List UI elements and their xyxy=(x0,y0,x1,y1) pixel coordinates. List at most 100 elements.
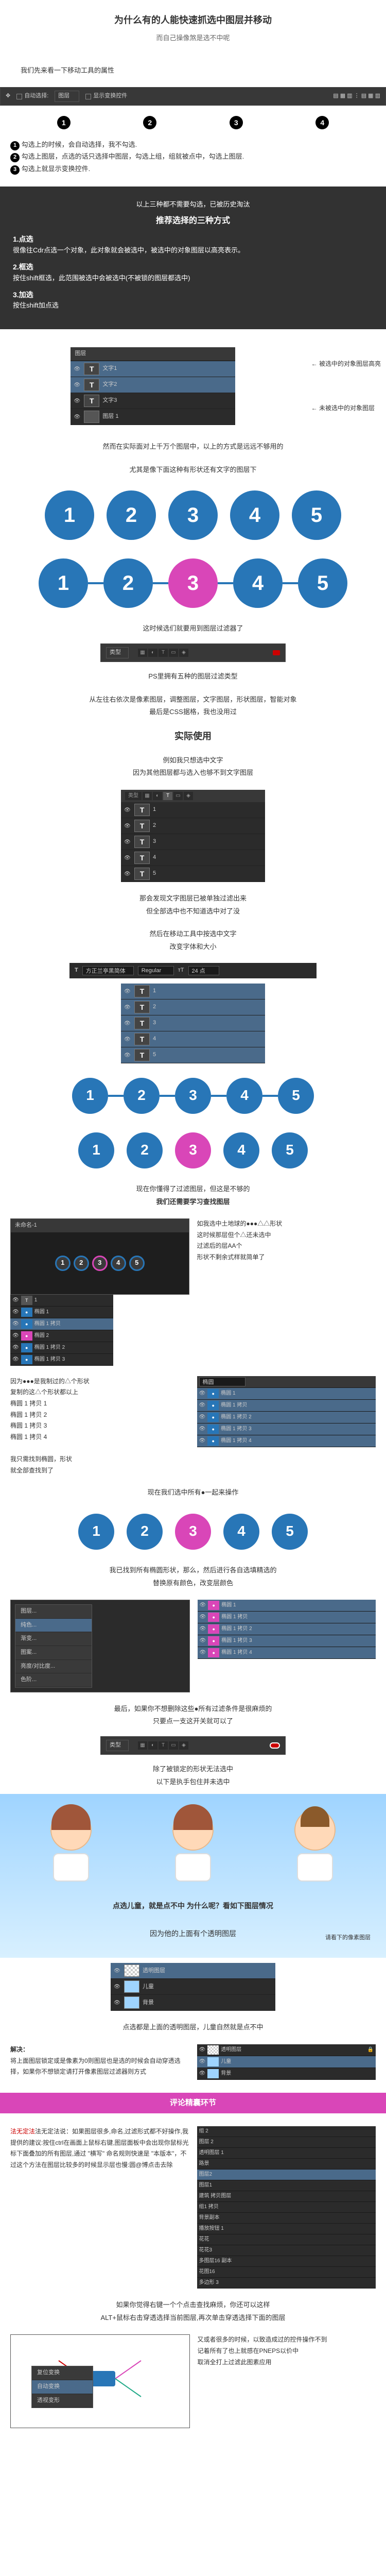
circle: 5 xyxy=(278,1078,314,1114)
auto-select-check[interactable]: 自动选择: xyxy=(16,92,48,101)
circle: 2 xyxy=(124,1078,160,1114)
list-item[interactable]: 花图16 xyxy=(197,2267,376,2278)
align-icons[interactable]: ▤ ▦ ▥ ⋮ ▤ ▦ ▥ xyxy=(333,92,380,101)
circle: 2 xyxy=(127,1514,163,1550)
ps-canvas-2: 图层... 纯色... 渐变... 图案... 亮度/对比度... 色阶... xyxy=(10,1600,190,1692)
layer-row[interactable]: 👁T2 xyxy=(121,999,265,1015)
filter-smart-icon[interactable]: ◈ xyxy=(179,649,188,657)
sky-hint: 请看下的像素图层 xyxy=(325,1934,371,1943)
filter-pixel-icon[interactable]: ▦ xyxy=(138,649,147,657)
menu-item[interactable]: 复位变换 xyxy=(32,2366,93,2380)
para-14: 点选都是上面的透明图层，儿童自然就是点不中 xyxy=(0,2016,386,2039)
layer-row[interactable]: 👁T4 xyxy=(121,850,265,866)
list-item[interactable]: 图层2 xyxy=(197,2170,376,2180)
layer-filter-bar: 类型 ▦ ◐ T ▭ ◈ xyxy=(100,643,286,662)
qa-cols: 法无定法法无定法说：如果图层很多,命名,过滤形式都不好操作,我提供的建议:按住c… xyxy=(0,2121,386,2294)
circle: 1 xyxy=(78,1514,114,1550)
layer-row[interactable]: 👁T1 xyxy=(121,802,265,818)
list-item[interactable]: 图层 2 xyxy=(197,2137,376,2148)
list-item[interactable]: 组1 拷贝 xyxy=(197,2202,376,2213)
layer-row[interactable]: 👁T文字2 xyxy=(71,377,235,393)
layer-row[interactable]: 👁T文字1 xyxy=(71,361,235,377)
anno-unselected: ← 未被选中的对象图层 xyxy=(311,403,381,413)
filter-adjust-icon[interactable]: ◐ xyxy=(148,649,157,657)
list-item[interactable]: 花花3 xyxy=(197,2245,376,2256)
filter-icons[interactable]: ▦ ◐ T ▭ ◈ xyxy=(135,647,191,658)
layer-row[interactable]: 👁T2 xyxy=(121,818,265,834)
menu-item[interactable]: 亮度/对比度... xyxy=(15,1660,92,1674)
fill-change-cols: 图层... 纯色... 渐变... 图案... 亮度/对比度... 色阶... … xyxy=(0,1595,386,1698)
layer-row[interactable]: 👁透明图层 xyxy=(111,1963,275,1979)
layer-row[interactable]: 👁T1 xyxy=(121,984,265,999)
right-click-layer-list[interactable]: 组 2 图层 2 透明图层 1 路景 图层2 图层1 建筑 拷贝图层 组1 拷贝… xyxy=(197,2126,376,2289)
circle: 4 xyxy=(230,490,279,540)
para-11: 我已找到所有椭圆形状，那么，然后进行各自选填精选的替换原有颜色，改变层颜色 xyxy=(0,1559,386,1595)
layer-row[interactable]: 👁T5 xyxy=(121,866,265,882)
menu-item[interactable]: 纯色... xyxy=(15,1619,92,1633)
list-item[interactable]: 花花 xyxy=(197,2234,376,2245)
solve-title: 解决： xyxy=(10,2046,29,2053)
layers-panel-small-2: 👁●椭圆 1 👁●椭圆 1 拷贝 👁●椭圆 1 拷贝 2 👁●椭圆 1 拷贝 3… xyxy=(197,1376,376,1447)
layer-row[interactable]: 👁背景 xyxy=(111,1995,275,2011)
para-9: 现在你懂得了过滤图层，但这是不够的我们还需要学习查找图层 xyxy=(0,1178,386,1213)
layer-row[interactable]: 👁T4 xyxy=(121,1031,265,1047)
font-size-input[interactable] xyxy=(188,966,219,975)
list-item[interactable]: 背景副本 xyxy=(197,2213,376,2224)
sky-line2: 因为他的上面有个透明图层 xyxy=(10,1925,376,1942)
list-item[interactable]: 路景 xyxy=(197,2159,376,2170)
circle: 4 xyxy=(226,1078,262,1114)
menu-item[interactable]: 色阶... xyxy=(15,1673,92,1687)
font-style-input[interactable] xyxy=(138,966,174,975)
auto-select-dropdown[interactable]: 图层 xyxy=(55,91,79,102)
filter-type-dropdown[interactable]: 类型 xyxy=(106,1740,129,1751)
layer-search-input[interactable] xyxy=(199,1377,245,1386)
layer-row[interactable]: 👁图层 1 xyxy=(71,409,235,425)
circles-row-4: 1 2 3 4 5 xyxy=(0,1123,386,1178)
menu-item[interactable]: 渐变... xyxy=(15,1632,92,1646)
layer-row[interactable]: 👁儿童 xyxy=(111,1979,275,1995)
side-text-2: 因为●●●是我制过的△个形状 复制的这△个形状都以上 椭圆 1 拷贝 1 椭圆 … xyxy=(10,1376,189,1476)
context-menu-transform[interactable]: 复位变换 自动变换 透视变形 xyxy=(31,2366,93,2408)
list-item[interactable]: 播放按钮 1 xyxy=(197,2224,376,2234)
layer-row[interactable]: 👁T5 xyxy=(121,1047,265,1063)
list-item[interactable]: 建筑 拷贝图层 xyxy=(197,2191,376,2202)
para-4: PS里拥有五种的图层过滤类型 xyxy=(0,665,386,688)
filter-text-icon[interactable]: T xyxy=(159,649,168,657)
circle: 5 xyxy=(272,1514,308,1550)
circles-row-1: 1 2 3 4 5 xyxy=(0,481,386,549)
list-item[interactable]: 多边形 3 xyxy=(197,2278,376,2289)
circle-pink: 3 xyxy=(175,1132,211,1168)
show-transform-check[interactable]: 显示变换控件 xyxy=(85,92,127,101)
filter-toggle-bar: 类型 ▦◐T▭◈ xyxy=(100,1736,286,1755)
menu-item[interactable]: 透视变形 xyxy=(32,2394,93,2408)
font-family-input[interactable] xyxy=(82,966,134,975)
circle: 4 xyxy=(223,1514,259,1550)
list-item[interactable]: 组 2 xyxy=(197,2126,376,2137)
list-item[interactable]: 透明图层 1 xyxy=(197,2148,376,2159)
side-text-1: 如我选中土地球的●●●△△形状 这时候那层但个△还未选中 过滤后的层AA个 形状… xyxy=(197,1218,376,1263)
filter-toggle-switch[interactable] xyxy=(270,1742,280,1749)
list-item[interactable]: 多图层16 副本 xyxy=(197,2256,376,2267)
menu-item[interactable]: 自动变换 xyxy=(32,2380,93,2394)
para-7: 那会发现文字图层已被单独过滤出来但全部选中也不知道选中对了没 xyxy=(0,887,386,923)
filter-shape-icon[interactable]: ▭ xyxy=(169,649,178,657)
filter-toggle-icon[interactable] xyxy=(273,650,280,655)
menu-item[interactable]: 图案... xyxy=(15,1646,92,1660)
menu-item[interactable]: 图层... xyxy=(15,1605,92,1619)
layer-row[interactable]: 👁T3 xyxy=(121,834,265,850)
para-2: 尤其是像下面这种有形状还有文字的图层下 xyxy=(0,459,386,482)
circle: 4 xyxy=(233,558,283,608)
filter-type-dropdown[interactable]: 类型 xyxy=(106,647,129,658)
layer-row[interactable]: 👁T3 xyxy=(121,1015,265,1031)
circle-pink: 3 xyxy=(168,558,218,608)
ps-options-bar: ✥ 自动选择: 图层 显示变换控件 ▤ ▦ ▥ ⋮ ▤ ▦ ▥ xyxy=(0,87,386,106)
move-tool-icon: ✥ xyxy=(6,92,10,101)
circle: 1 xyxy=(72,1078,108,1114)
marker-1: 1 xyxy=(57,116,71,129)
circles-row-5: 1 2 3 4 5 xyxy=(0,1504,386,1559)
list-item[interactable]: 图层1 xyxy=(197,2180,376,2191)
context-menu-fill[interactable]: 图层... 纯色... 渐变... 图案... 亮度/对比度... 色阶... xyxy=(15,1604,92,1688)
type-tool-icon: T xyxy=(75,966,78,975)
dark-title: 推荐选择的三种方式 xyxy=(13,214,373,228)
layer-row[interactable]: 👁T文字3 xyxy=(71,393,235,409)
